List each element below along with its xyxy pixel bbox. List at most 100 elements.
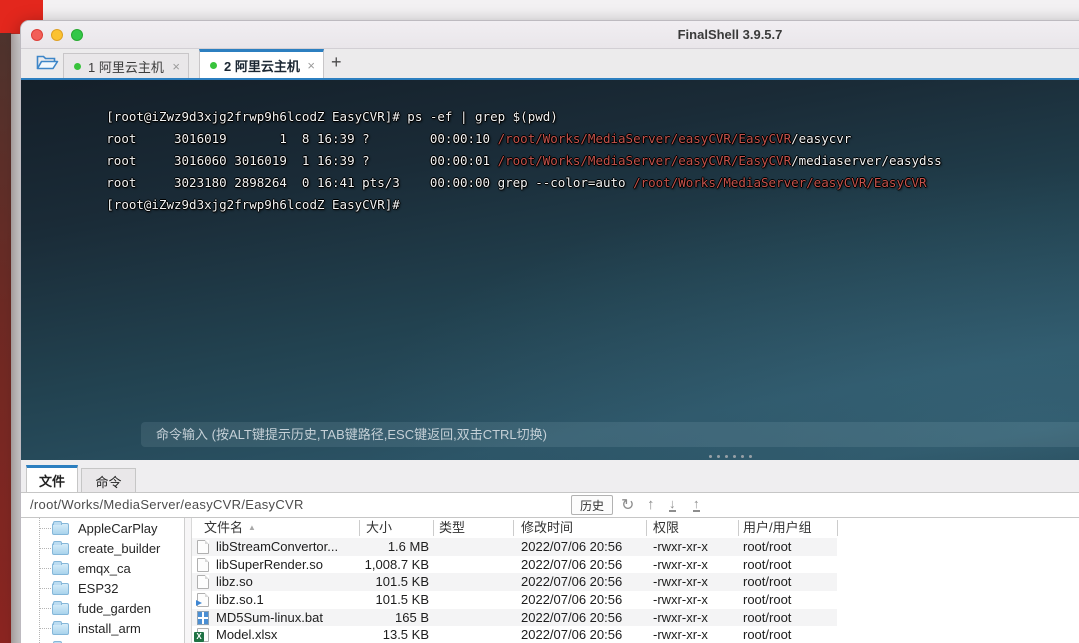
finalshell-window: FinalShell 3.9.5.7 1 阿里云主机 × 2 阿里云主机 × +… (20, 20, 1079, 643)
tree-item-folder[interactable]: ESP32 (21, 578, 184, 598)
tree-item-label: create_builder (78, 540, 161, 556)
file-mtime: 2022/07/06 20:56 (521, 539, 623, 554)
column-header-type[interactable]: 类型 (439, 518, 465, 538)
terminal-line: [root@iZwz9d3xjg2frwp9h6lcodZ EasyCVR]# … (31, 94, 1079, 124)
file-owner: root/root (743, 574, 792, 590)
file-permissions: -rwxr-xr-x (653, 627, 708, 643)
download-icon[interactable]: ↓ (669, 496, 676, 512)
close-tab-icon[interactable]: × (307, 58, 315, 73)
title-bar: FinalShell 3.9.5.7 (21, 21, 1079, 49)
file-table: 文件名 ▲ 大小 类型 修改时间 权限 用户/用户组 libStreamConv… (192, 518, 1079, 643)
terminal-text-segment: root 3016019 1 8 16:39 ? 00:00:10 (106, 131, 498, 146)
file-size: 13.5 KB (382, 627, 429, 643)
file-owner: root/root (743, 539, 792, 554)
column-divider (433, 520, 434, 536)
history-button[interactable]: 历史 (571, 495, 613, 515)
file-name: MD5Sum-linux.bat (216, 609, 323, 625)
current-path-input[interactable]: /root/Works/MediaServer/easyCVR/EasyCVR (30, 493, 304, 517)
window-shadow (11, 33, 20, 643)
file-owner: root/root (743, 609, 792, 625)
bottom-tab-strip: 文件 命令 (21, 465, 1079, 493)
file-size: 165 B (395, 609, 429, 625)
new-tab-button[interactable]: + (331, 52, 342, 73)
terminal-text-segment: root 3016060 3016019 1 16:39 ? 00:00:01 (106, 153, 498, 168)
command-input[interactable]: 命令输入 (按ALT键提示历史,TAB键路径,ESC键返回,双击CTRL切换) (141, 422, 1079, 447)
bottom-panel: 文件 命令 /root/Works/MediaServer/easyCVR/Ea… (21, 460, 1079, 643)
folder-icon (52, 521, 69, 535)
file-size: 101.5 KB (375, 591, 430, 607)
terminal-text-segment: /root/Works/MediaServer/easyCVR/EasyCVR (633, 175, 927, 190)
file-name: libSuperRender.so (216, 556, 323, 572)
tree-item-folder[interactable]: AppleCarPlay (21, 518, 184, 538)
tab-files[interactable]: 文件 (26, 465, 78, 493)
tree-item-folder[interactable]: create_builder (21, 538, 184, 558)
connection-manager-button[interactable] (29, 53, 65, 76)
file-table-row[interactable]: libz.so 101.5 KB 2022/07/06 20:56 -rwxr-… (192, 573, 837, 591)
file-type-icon (197, 575, 209, 590)
file-type-icon (197, 540, 209, 554)
terminal-text-segment: /mediaserver/easydss (791, 153, 942, 168)
parent-directory-icon[interactable]: ↑ (647, 494, 655, 515)
terminal-text-segment: /root/Works/MediaServer/easyCVR/EasyCVR (497, 131, 792, 146)
folder-icon (52, 561, 69, 575)
sort-ascending-icon: ▲ (248, 523, 256, 532)
file-size: 1.6 MB (387, 539, 429, 554)
panel-resize-handle[interactable] (709, 455, 752, 458)
tree-item-label: emqx_ca (78, 560, 131, 576)
tree-item-folder[interactable]: install_arm (21, 618, 184, 638)
file-browser: AppleCarPlay create_builder emqx_ca ESP3… (21, 518, 1079, 643)
file-owner: root/root (743, 556, 792, 572)
file-permissions: -rwxr-xr-x (653, 591, 708, 607)
terminal-area[interactable]: [root@iZwz9d3xjg2frwp9h6lcodZ EasyCVR]# … (21, 80, 1079, 460)
file-owner: root/root (743, 591, 792, 607)
column-header-size[interactable]: 大小 (366, 518, 392, 538)
session-tab-1[interactable]: 1 阿里云主机 × (63, 53, 189, 78)
file-permissions: -rwxr-xr-x (653, 539, 708, 554)
file-table-row[interactable]: MD5Sum-linux.bat 165 B 2022/07/06 20:56 … (192, 608, 837, 627)
column-divider (646, 520, 647, 536)
file-type-icon (196, 592, 209, 607)
column-header-mtime[interactable]: 修改时间 (521, 518, 573, 538)
file-name: Model.xlsx (216, 627, 278, 643)
file-table-row[interactable]: Model.xlsx 13.5 KB 2022/07/06 20:56 -rwx… (192, 626, 837, 643)
tree-item-folder[interactable]: fude_garden (21, 598, 184, 618)
terminal-text-segment: /root/Works/MediaServer/easyCVR/EasyCVR (497, 153, 792, 168)
file-table-header: 文件名 ▲ 大小 类型 修改时间 权限 用户/用户组 (192, 518, 1079, 538)
tree-item-folder[interactable]: iot_box (21, 638, 184, 643)
file-table-row[interactable]: libSuperRender.so 1,008.7 KB 2022/07/06 … (192, 556, 837, 574)
file-mtime: 2022/07/06 20:56 (521, 574, 623, 590)
column-divider (738, 520, 739, 536)
file-mtime: 2022/07/06 20:56 (521, 591, 623, 607)
file-mtime: 2022/07/06 20:56 (521, 609, 623, 625)
tree-table-splitter[interactable] (185, 518, 192, 643)
upload-icon[interactable]: ↑ (693, 496, 700, 512)
file-table-row[interactable]: libStreamConvertor... 1.6 MB 2022/07/06 … (192, 538, 837, 556)
file-type-icon (197, 557, 209, 572)
column-header-filename[interactable]: 文件名 ▲ (204, 518, 256, 538)
folder-icon (52, 601, 69, 615)
file-table-row[interactable]: libz.so.1 101.5 KB 2022/07/06 20:56 -rwx… (192, 591, 837, 609)
refresh-icon[interactable]: ↻ (621, 494, 634, 515)
tab-commands[interactable]: 命令 (81, 468, 136, 493)
column-divider (359, 520, 360, 536)
column-header-owner[interactable]: 用户/用户组 (743, 518, 812, 538)
terminal-output: [root@iZwz9d3xjg2frwp9h6lcodZ EasyCVR]# … (21, 80, 1079, 212)
file-permissions: -rwxr-xr-x (653, 609, 708, 625)
column-divider (513, 520, 514, 536)
terminal-text-segment: [root@iZwz9d3xjg2frwp9h6lcodZ EasyCVR]# (106, 197, 400, 212)
terminal-text-segment: /easycvr (791, 131, 852, 146)
session-tab-bar: 1 阿里云主机 × 2 阿里云主机 × + (21, 49, 1079, 80)
tree-item-folder[interactable]: emqx_ca (21, 558, 184, 578)
desktop-edge-strip (0, 33, 11, 643)
tree-item-label: ESP32 (78, 580, 119, 596)
screen: FinalShell 3.9.5.7 1 阿里云主机 × 2 阿里云主机 × +… (0, 0, 1079, 643)
terminal-text-segment: [root@iZwz9d3xjg2frwp9h6lcodZ EasyCVR]# … (106, 109, 558, 124)
close-tab-icon[interactable]: × (172, 59, 180, 74)
directory-tree: AppleCarPlay create_builder emqx_ca ESP3… (21, 518, 185, 643)
file-type-icon (194, 628, 209, 643)
session-tab-2-active[interactable]: 2 阿里云主机 × (199, 49, 324, 78)
file-size: 1,008.7 KB (364, 556, 429, 572)
column-header-perm[interactable]: 权限 (653, 518, 679, 538)
session-tab-label: 2 阿里云主机 (224, 58, 300, 74)
file-type-icon (197, 610, 209, 625)
